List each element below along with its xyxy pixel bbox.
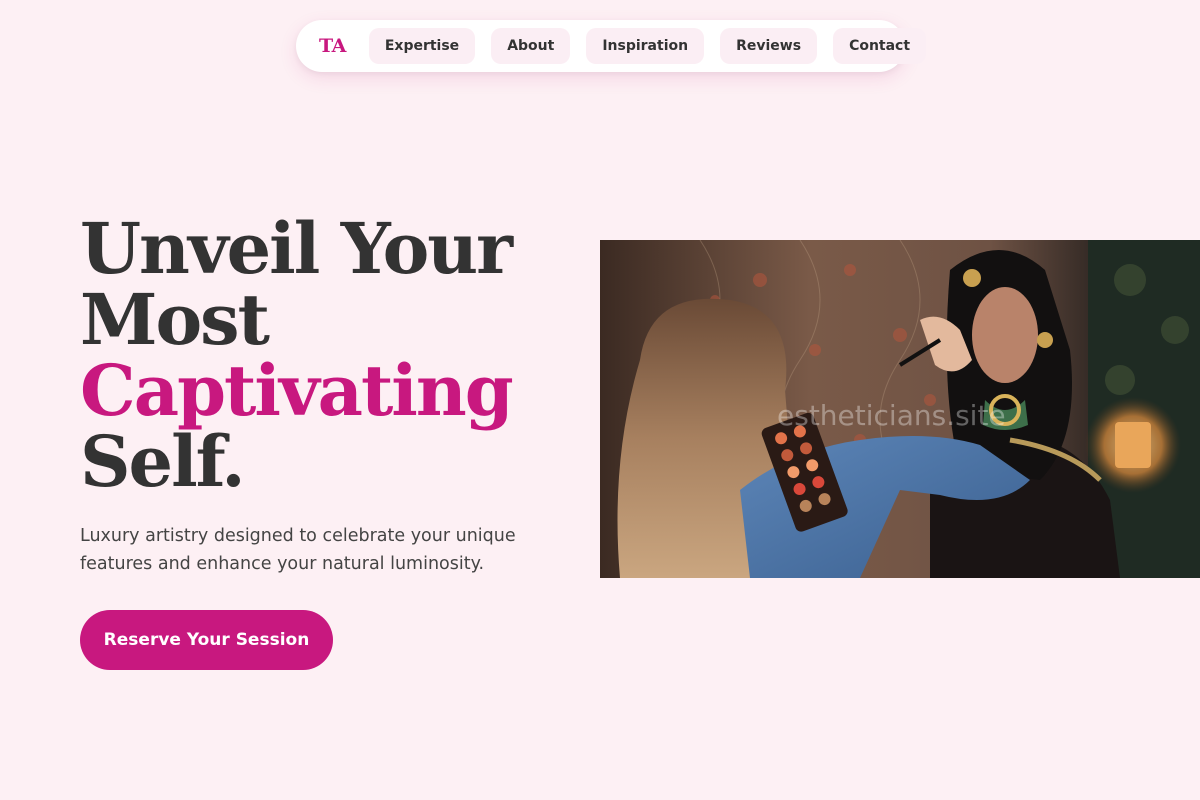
hero-photo-makeup-artist: estheticians.site: [600, 240, 1200, 578]
nav-item-about[interactable]: About: [491, 28, 571, 64]
headline-accent-word: Captivating: [80, 349, 514, 432]
nav-item-inspiration[interactable]: Inspiration: [586, 28, 705, 64]
headline-line-2: Most: [80, 278, 270, 361]
top-navigation: TA Expertise About Inspiration Reviews C…: [296, 20, 927, 72]
photo-watermark: estheticians.site: [777, 399, 1006, 432]
nav-item-contact[interactable]: Contact: [833, 28, 927, 64]
brand-logo[interactable]: TA: [319, 35, 346, 57]
headline-line-1: Unveil Your: [80, 207, 513, 290]
nav-item-reviews[interactable]: Reviews: [720, 28, 818, 64]
reserve-session-button[interactable]: Reserve Your Session: [80, 610, 333, 670]
hero-headline: Unveil Your Most Captivating Self.: [80, 207, 514, 503]
hero-subtitle: Luxury artistry designed to celebrate yo…: [80, 526, 516, 574]
nav-item-expertise[interactable]: Expertise: [368, 28, 476, 64]
headline-line-4: Self.: [80, 420, 246, 503]
